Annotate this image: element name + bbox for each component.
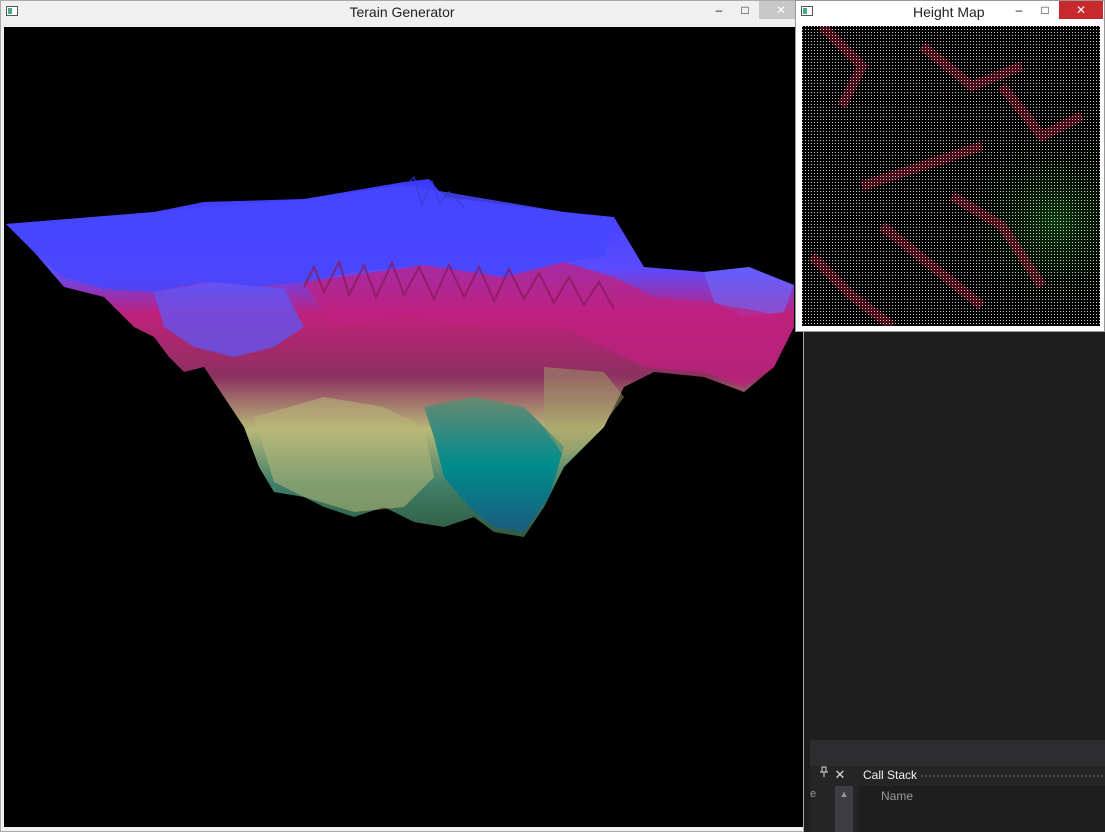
pin-icon[interactable]: [818, 766, 830, 784]
terrain-viewport[interactable]: [4, 27, 803, 827]
titlebar[interactable]: Height Map ‒ □ ✕: [796, 1, 1104, 25]
titlebar[interactable]: Terain Generator ‒ □ ✕: [1, 1, 803, 25]
minimize-button[interactable]: ‒: [1007, 1, 1031, 19]
app-icon[interactable]: [801, 6, 813, 16]
window-title: Terain Generator: [349, 4, 455, 20]
window-title: Height Map: [913, 4, 985, 20]
ide-toolbar: [810, 740, 1105, 766]
panel-close-icon[interactable]: ✕: [833, 766, 847, 784]
panel-grip[interactable]: [920, 774, 1105, 778]
height-map-image: [802, 26, 1100, 326]
column-header-name[interactable]: Name: [881, 789, 913, 803]
scroll-up-icon[interactable]: ▲: [835, 788, 853, 800]
height-map-canvas[interactable]: [802, 26, 1100, 326]
terrain-render: [6, 175, 794, 537]
terrain-generator-window: Terain Generator ‒ □ ✕: [0, 0, 804, 832]
height-map-window: Height Map ‒ □ ✕: [795, 0, 1105, 332]
callstack-title[interactable]: Call Stack: [863, 767, 917, 783]
maximize-button[interactable]: □: [733, 1, 757, 19]
maximize-button[interactable]: □: [1033, 1, 1057, 19]
ide-partial-label: e: [810, 788, 817, 800]
minimize-button[interactable]: ‒: [707, 1, 731, 19]
close-button[interactable]: ✕: [1059, 1, 1103, 19]
